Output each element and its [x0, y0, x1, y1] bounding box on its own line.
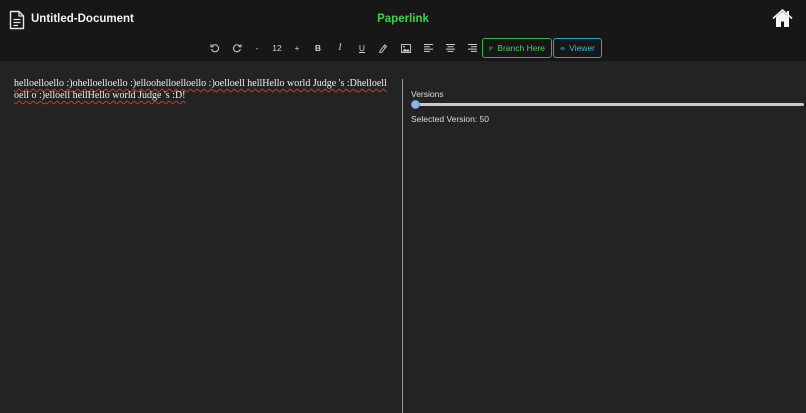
align-center-icon: [445, 44, 455, 52]
branch-icon: [489, 45, 494, 51]
redo-icon: [232, 44, 242, 53]
panel-divider[interactable]: [402, 79, 403, 413]
bold-button[interactable]: B: [312, 38, 324, 58]
top-bar: Untitled-Document Paperlink - 12 + B I U: [0, 0, 806, 61]
eye-icon: [560, 46, 566, 50]
decrease-font-size-button[interactable]: -: [253, 38, 261, 58]
align-left-icon: [423, 44, 433, 52]
underline-button[interactable]: U: [356, 38, 368, 58]
branch-here-button[interactable]: Branch Here: [482, 38, 552, 58]
slider-thumb[interactable]: [411, 100, 420, 109]
italic-button[interactable]: I: [334, 38, 346, 58]
insert-image-button[interactable]: [399, 38, 412, 58]
align-center-button[interactable]: [444, 38, 456, 58]
document-icon[interactable]: [9, 10, 25, 30]
text-segment: oelloell hellHello world Judge 's :D: [214, 78, 357, 89]
undo-icon: [210, 44, 220, 53]
text-segment: ohelloelloello :): [72, 78, 137, 89]
home-icon[interactable]: [772, 9, 793, 28]
redo-button[interactable]: [230, 38, 244, 58]
viewer-button[interactable]: Viewer: [553, 38, 602, 58]
text-segment: elloohelloelloello :): [136, 78, 215, 89]
image-icon: [400, 43, 411, 53]
viewer-label: Viewer: [569, 43, 595, 53]
version-slider[interactable]: [411, 100, 804, 109]
slider-track[interactable]: [411, 103, 804, 106]
increase-font-size-button[interactable]: +: [292, 38, 302, 58]
highlight-button[interactable]: [377, 38, 389, 58]
formatting-toolbar: - 12 + B I U Branch Here Viewer: [0, 38, 806, 58]
align-left-button[interactable]: [422, 38, 434, 58]
text-segment: elloell hellHello world Judge 's :D!: [45, 90, 186, 101]
align-right-icon: [467, 44, 477, 52]
undo-button[interactable]: [208, 38, 222, 58]
font-size-value[interactable]: 12: [268, 38, 286, 58]
text-segment: helloelloello :): [14, 78, 73, 89]
document-title[interactable]: Untitled-Document: [31, 13, 134, 25]
highlighter-icon: [379, 44, 388, 53]
versions-label: Versions: [411, 89, 444, 99]
branch-here-label: Branch Here: [497, 43, 545, 53]
selected-version-text: Selected Version: 50: [411, 114, 489, 124]
align-right-button[interactable]: [466, 38, 478, 58]
document-editor[interactable]: helloelloello :)ohelloelloello :)elloohe…: [14, 78, 389, 102]
